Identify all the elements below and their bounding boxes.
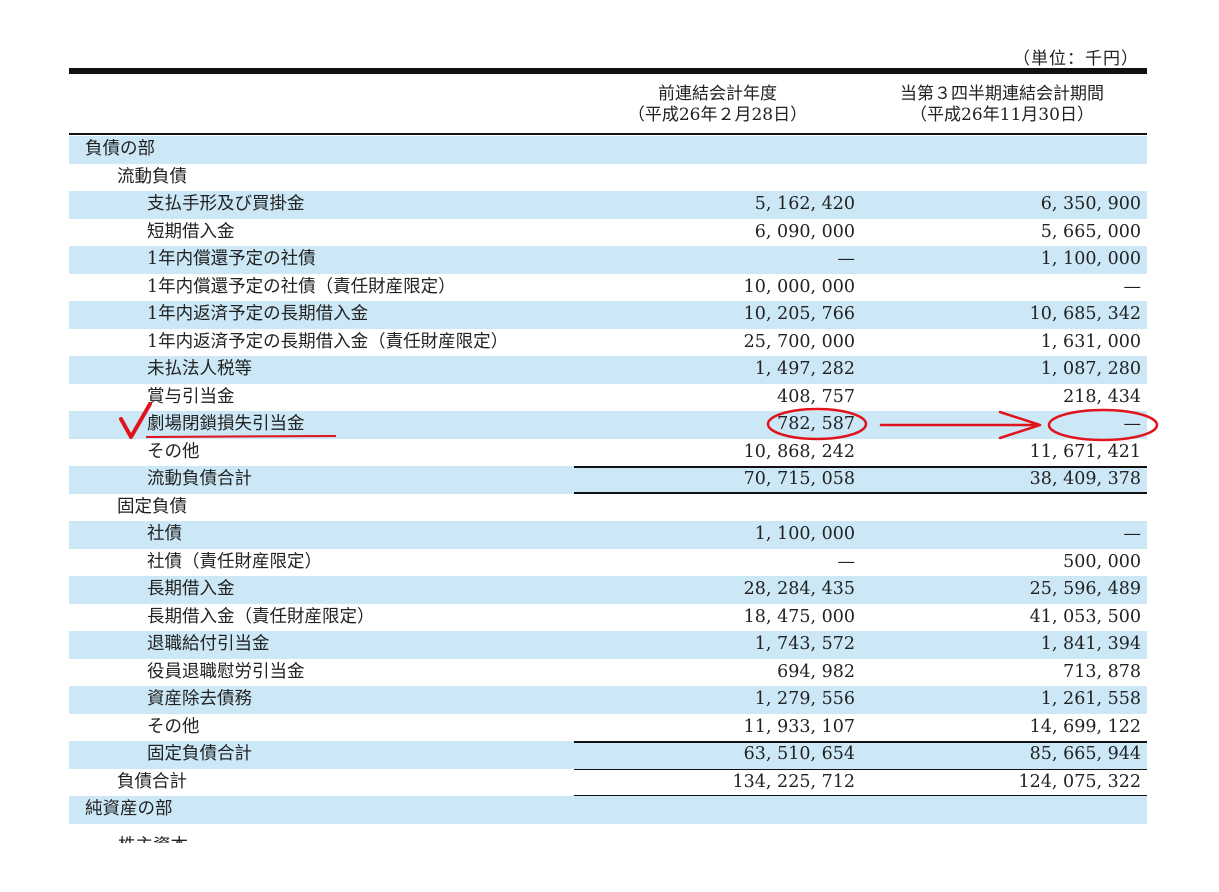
check-mark-icon [119,402,152,439]
arrow [879,410,1042,440]
circle-curr-value [1047,408,1159,442]
circle-prev-value [766,407,868,441]
balance-sheet-page: （単位：千円） 前連結会計年度 （平成26年２月28日） 当第３四半期連結会計期… [0,0,1219,892]
red-annotations [119,402,1159,442]
underline [145,435,337,438]
